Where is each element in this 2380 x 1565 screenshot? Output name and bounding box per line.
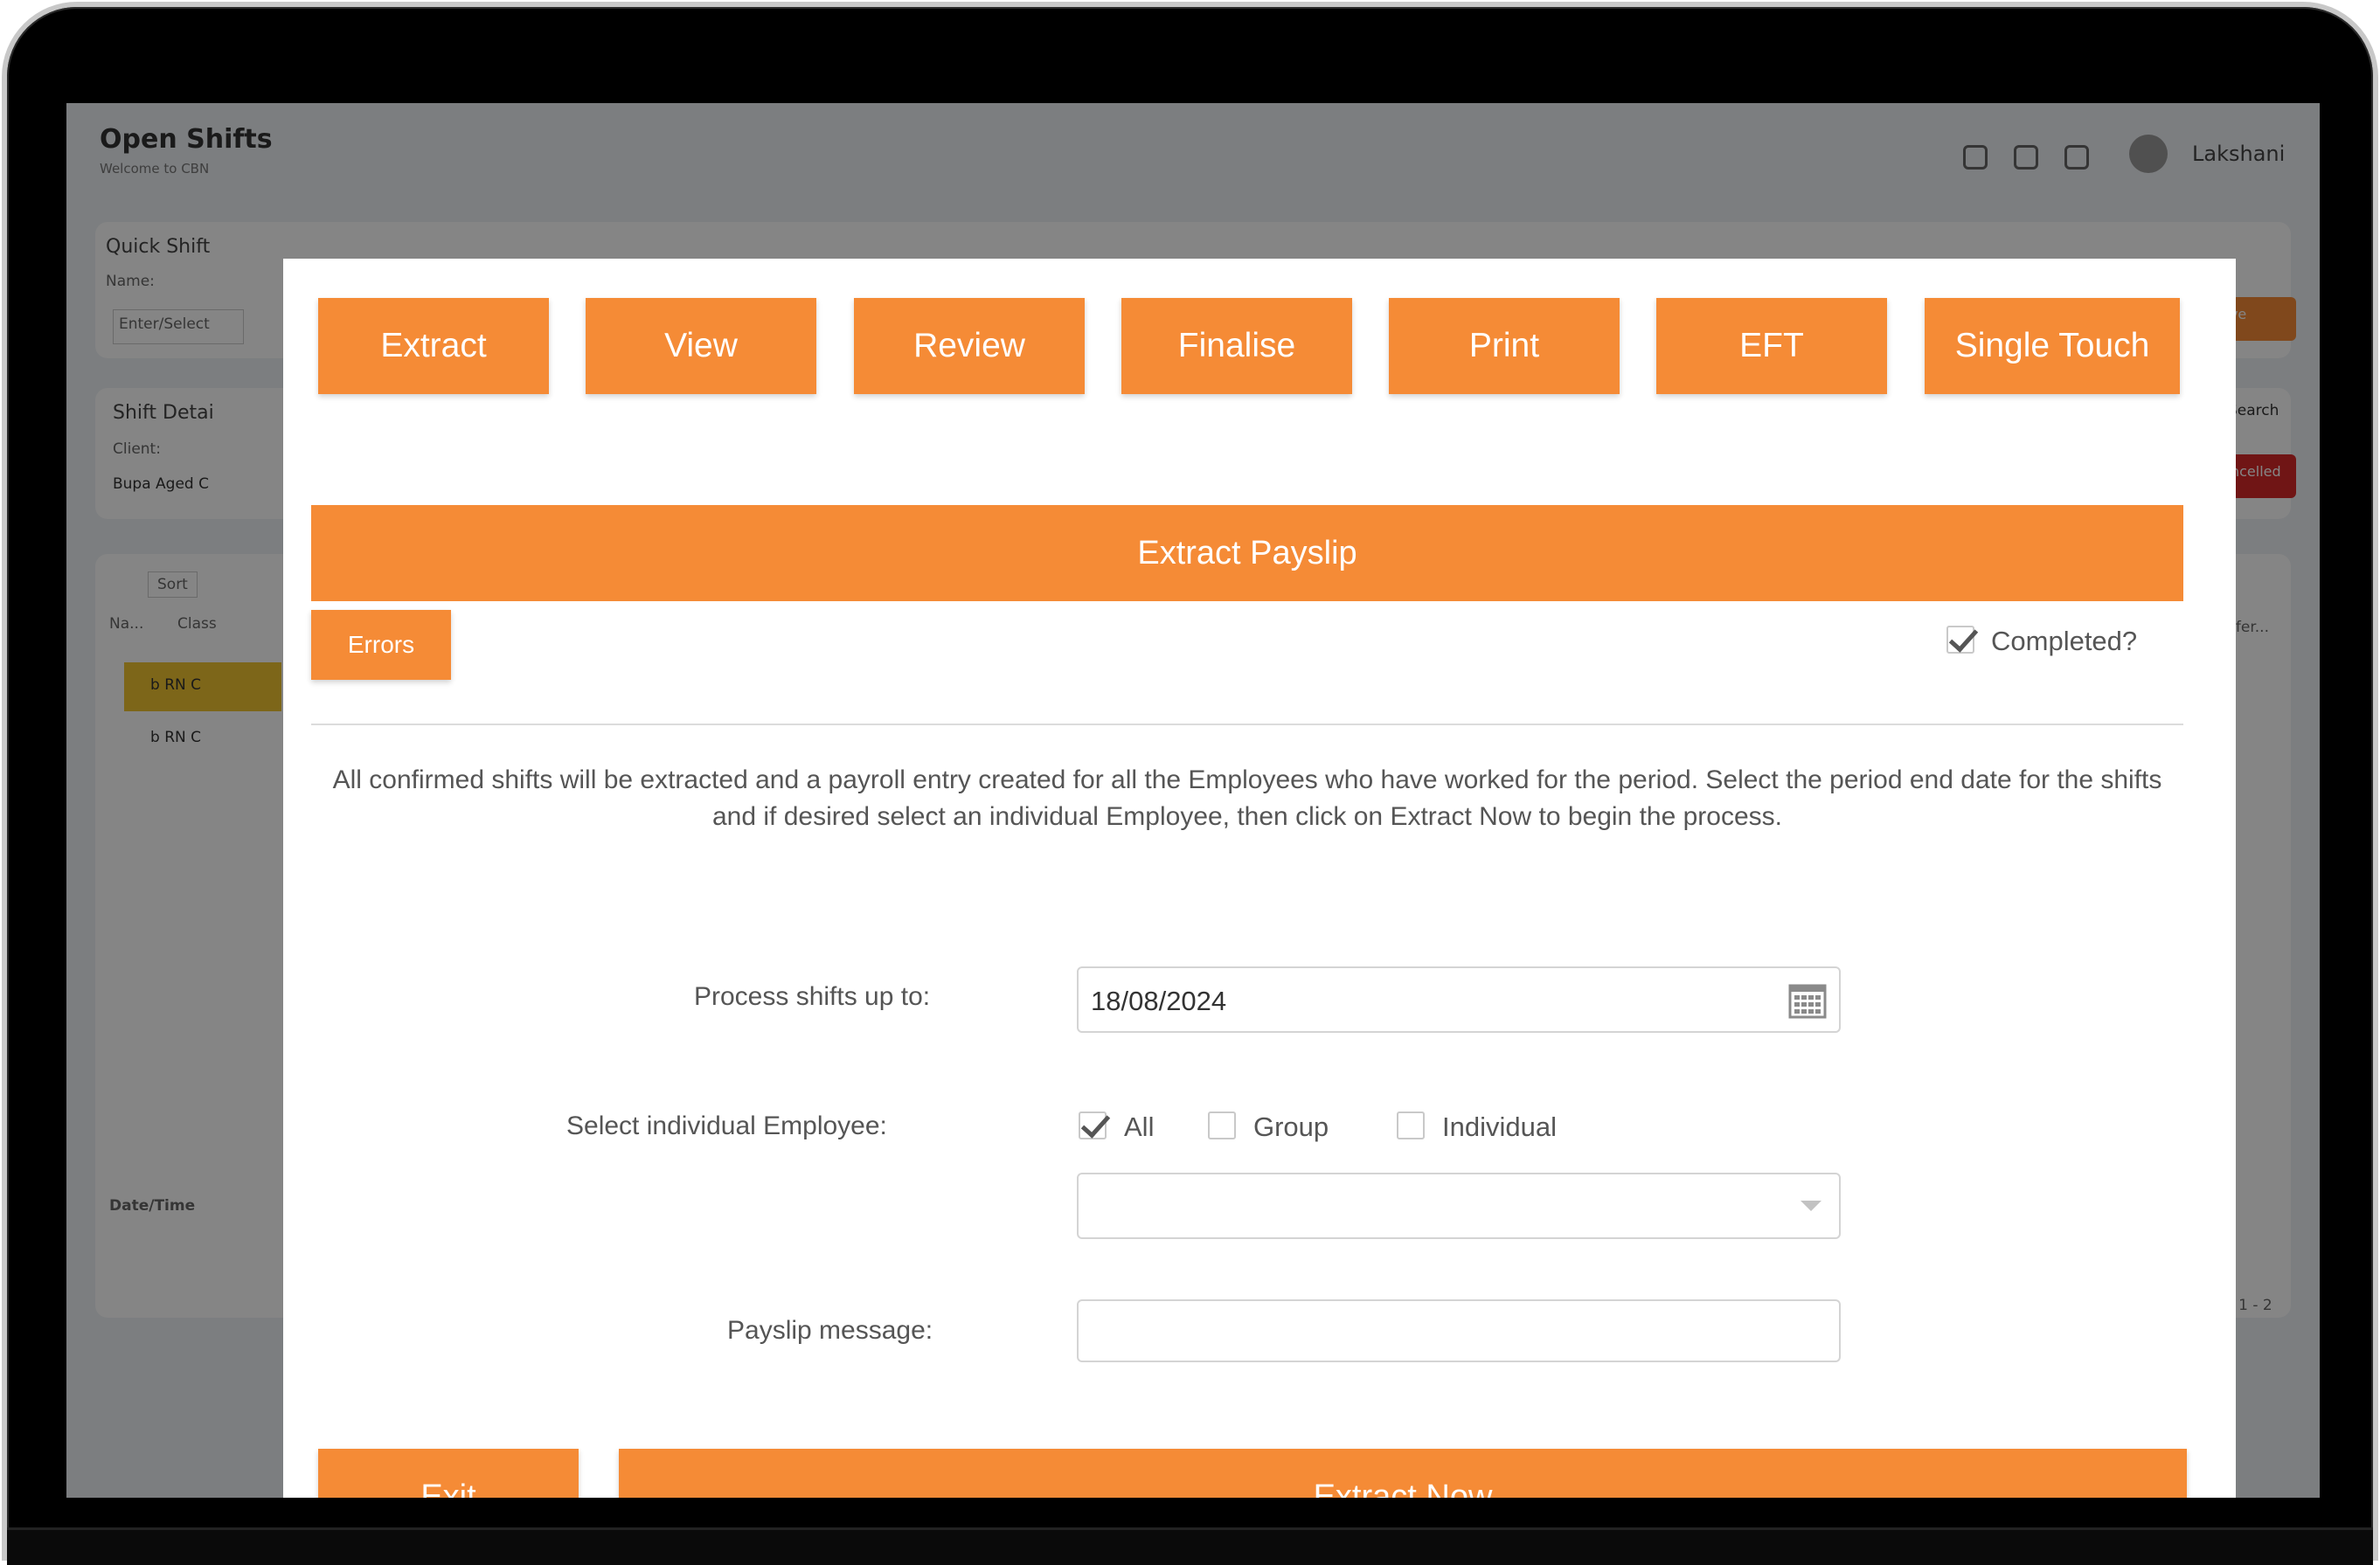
select-employee-label: Select individual Employee:: [566, 1111, 887, 1140]
instructions-text: All confirmed shifts will be extracted a…: [332, 765, 2162, 831]
calendar-icon[interactable]: [1788, 984, 1827, 1019]
chevron-down-icon[interactable]: [1801, 1201, 1821, 1211]
completed-label: Completed?: [1991, 626, 2138, 656]
exit-button[interactable]: Exit: [318, 1449, 579, 1498]
payslip-message-label: Payslip message:: [727, 1316, 933, 1345]
single-touch-button[interactable]: Single Touch: [1925, 298, 2180, 394]
print-button[interactable]: Print: [1389, 298, 1620, 394]
individual-checkbox[interactable]: [1397, 1111, 1425, 1139]
completed-checkbox[interactable]: [1946, 622, 1979, 654]
extract-button[interactable]: Extract: [318, 298, 549, 394]
checkmark-icon: [1080, 1108, 1111, 1139]
all-option-label: All: [1124, 1111, 1155, 1142]
eft-button[interactable]: EFT: [1656, 298, 1887, 394]
extract-now-button[interactable]: Extract Now: [619, 1449, 2187, 1498]
employee-select[interactable]: [1077, 1173, 1841, 1239]
all-checkbox[interactable]: [1079, 1108, 1111, 1139]
app-screen: Open Shifts Welcome to CBN Lakshani Quic…: [66, 103, 2320, 1498]
checkmark-icon: [1948, 622, 1979, 653]
individual-option-label: Individual: [1442, 1111, 1557, 1142]
finalise-button[interactable]: Finalise: [1121, 298, 1352, 394]
extract-payslip-dialog: Extract View Review Finalise Print EFT S…: [283, 259, 2236, 1498]
laptop-chin: [7, 1527, 2373, 1565]
view-button[interactable]: View: [586, 298, 816, 394]
review-button[interactable]: Review: [854, 298, 1085, 394]
process-date-value: 18/08/2024: [1091, 986, 1227, 1016]
divider: [311, 724, 2183, 725]
errors-button[interactable]: Errors: [311, 610, 451, 680]
process-date-field[interactable]: 18/08/2024: [1077, 966, 1841, 1033]
payslip-message-input[interactable]: [1077, 1299, 1841, 1362]
group-option-label: Group: [1253, 1111, 1329, 1142]
section-header: Extract Payslip: [311, 505, 2183, 601]
process-shifts-label: Process shifts up to:: [694, 982, 931, 1011]
group-checkbox[interactable]: [1208, 1111, 1236, 1139]
